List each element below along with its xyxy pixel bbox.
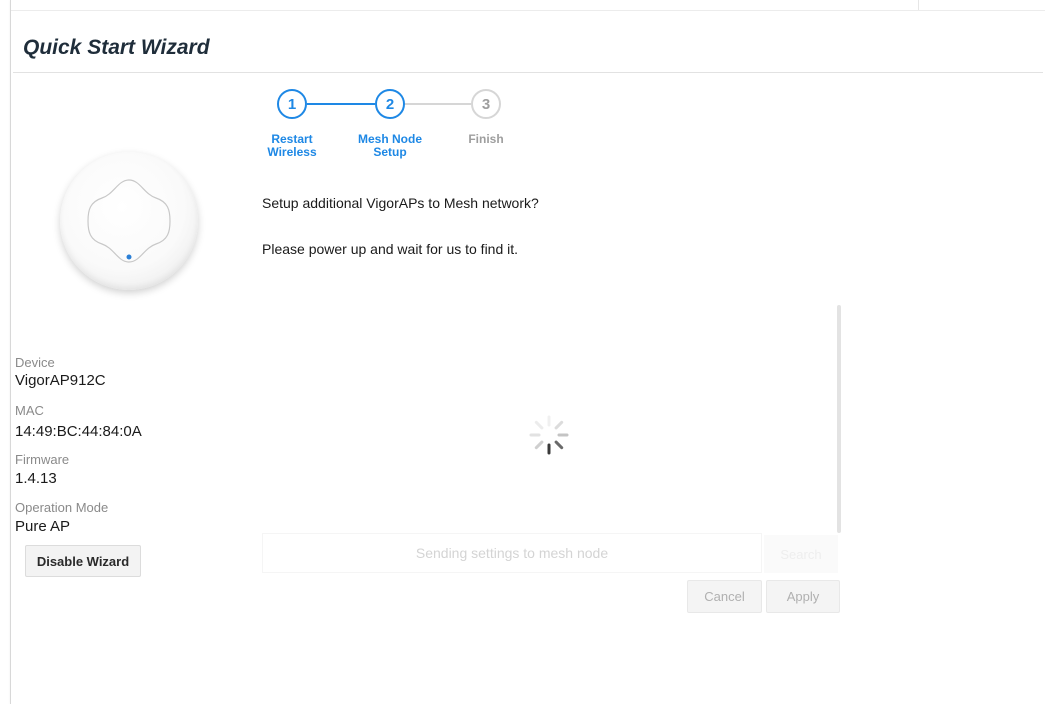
- step-3-label-line1: Finish: [468, 132, 504, 146]
- step-2-label-line2: Setup: [373, 145, 407, 159]
- step-1-label: Restart Wireless: [252, 133, 332, 159]
- device-value: VigorAP912C: [15, 372, 106, 389]
- step-1-label-line2: Wireless: [267, 145, 317, 159]
- page-title: Quick Start Wizard: [23, 36, 210, 59]
- step-2-label: Mesh Node Setup: [350, 133, 430, 159]
- title-divider: [13, 72, 1043, 73]
- operation-mode-value: Pure AP: [15, 518, 71, 535]
- access-point-image: [60, 152, 198, 290]
- disable-wizard-button[interactable]: Disable Wizard: [25, 545, 141, 577]
- firmware-value: 1.4.13: [15, 470, 57, 487]
- firmware-label: Firmware: [15, 452, 70, 467]
- device-label: Device: [15, 355, 55, 370]
- mesh-instruction: Please power up and wait for us to find …: [262, 241, 519, 257]
- step-2-indicator: 2: [375, 89, 405, 119]
- mesh-status-text: Sending settings to mesh node: [415, 545, 609, 561]
- scrollbar[interactable]: [837, 305, 841, 533]
- loading-spinner-icon: [529, 415, 569, 455]
- mesh-node-panel: Sending settings to mesh node Search Can…: [262, 305, 842, 615]
- mesh-question: Setup additional VigorAPs to Mesh networ…: [262, 195, 539, 211]
- mac-label: MAC: [15, 403, 44, 418]
- search-button[interactable]: Search: [764, 535, 838, 573]
- step-3-label: Finish: [446, 133, 526, 146]
- top-border: [11, 10, 1045, 11]
- step-3-indicator: 3: [471, 89, 501, 119]
- step-connector-1-2: [307, 103, 375, 105]
- operation-mode-label: Operation Mode: [15, 500, 109, 515]
- step-connector-2-3: [405, 103, 471, 105]
- mac-value: 14:49:BC:44:84:0A: [15, 423, 142, 440]
- top-separator: [918, 0, 919, 10]
- cancel-button[interactable]: Cancel: [687, 580, 762, 613]
- status-led-icon: [126, 254, 132, 260]
- access-point-outline-icon: [87, 179, 171, 263]
- step-1-indicator: 1: [277, 89, 307, 119]
- mesh-status-field: Sending settings to mesh node: [262, 533, 762, 573]
- apply-button[interactable]: Apply: [766, 580, 840, 613]
